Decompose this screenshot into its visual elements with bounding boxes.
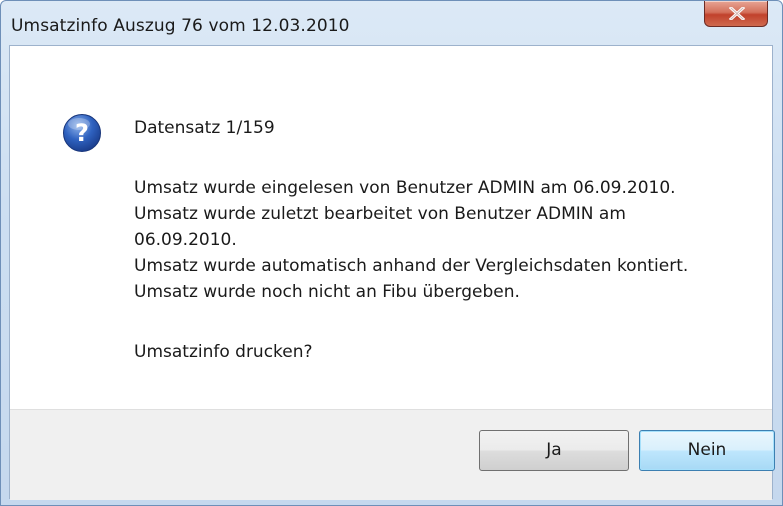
message-line-auto-assigned: Umsatz wurde automatisch anhand der Verg… [134, 256, 689, 276]
yes-button[interactable]: Ja [479, 430, 629, 471]
dialog-window: Umsatzinfo Auszug 76 vom 12.03.2010 ? Da… [0, 0, 783, 506]
close-button[interactable] [704, 1, 768, 27]
svg-text:?: ? [75, 119, 89, 147]
message-line-fibu-status: Umsatz wurde noch nicht an Fibu übergebe… [134, 282, 520, 302]
message-line-edited: Umsatz wurde zuletzt bearbeitet von Benu… [134, 204, 626, 224]
message-area: ? Datensatz 1/159 Umsatz wurde eingelese… [10, 46, 772, 409]
print-question-text: Umsatzinfo drucken? [134, 342, 313, 362]
message-line-edited-date: 06.09.2010. [134, 230, 237, 250]
message-line-imported: Umsatz wurde eingelesen von Benutzer ADM… [134, 178, 676, 198]
record-counter-text: Datensatz 1/159 [134, 118, 275, 138]
close-icon [729, 7, 745, 20]
window-title: Umsatzinfo Auszug 76 vom 12.03.2010 [11, 16, 350, 36]
title-bar[interactable]: Umsatzinfo Auszug 76 vom 12.03.2010 [1, 1, 782, 45]
no-button[interactable]: Nein [639, 430, 775, 471]
dialog-client-area: ? Datensatz 1/159 Umsatz wurde eingelese… [9, 45, 775, 500]
question-icon: ? [63, 114, 101, 152]
button-bar: Ja Nein [10, 409, 775, 500]
